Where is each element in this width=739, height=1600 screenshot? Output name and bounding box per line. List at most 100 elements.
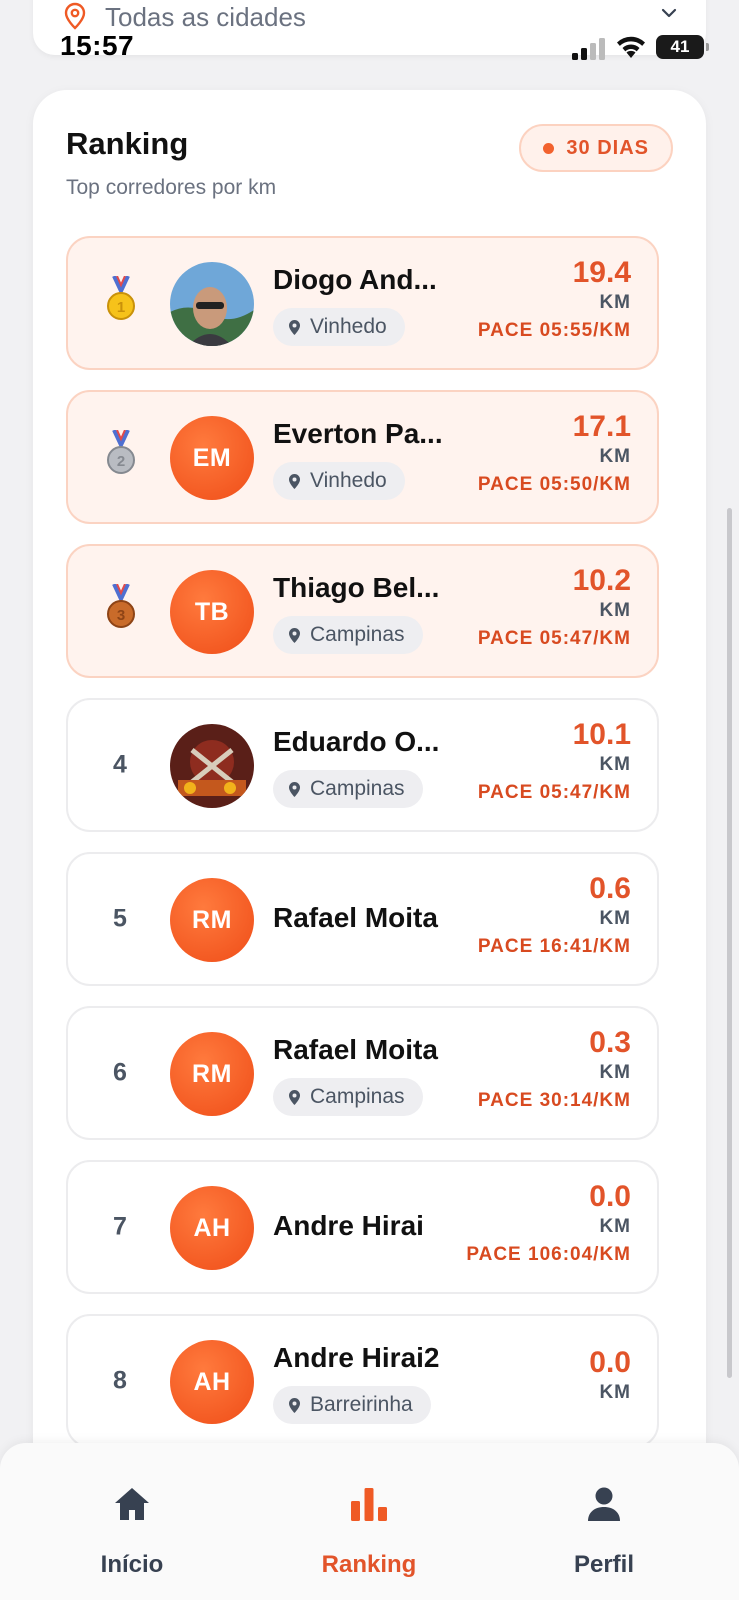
nav-label-perfil: Perfil [573, 1551, 635, 1578]
runner-stats: 17.1 KM PACE 05:50/KM [478, 410, 631, 500]
pace-value: PACE 16:41/KM [477, 936, 631, 957]
distance-value: 10.2 [572, 564, 631, 597]
distance-value: 17.1 [572, 410, 631, 443]
battery-level: 41 [670, 37, 690, 56]
location-pin-icon [289, 319, 300, 335]
avatar: RM [170, 878, 254, 962]
gold-medal-icon: 1 [107, 276, 135, 320]
city-chip: Campinas [273, 770, 423, 808]
avatar-photo [170, 262, 254, 346]
avatar: AH [170, 1186, 254, 1270]
svg-text:2: 2 [117, 453, 125, 470]
distance-unit: KM [599, 754, 631, 775]
avatar: EM [170, 416, 254, 500]
distance-unit: KM [599, 292, 631, 313]
page-title: Ranking [66, 126, 189, 161]
period-badge-label: 30 DIAS [566, 136, 649, 159]
location-pin-icon [289, 781, 300, 797]
svg-text:1: 1 [117, 299, 125, 316]
period-badge[interactable]: 30 DIAS [519, 124, 673, 172]
avatar-initials: AH [193, 1367, 231, 1396]
city-chip: Campinas [273, 1078, 423, 1116]
distance-value: 0.0 [589, 1346, 631, 1379]
runner-name: Andre Hirai [273, 1210, 424, 1241]
location-pin-icon [289, 627, 300, 643]
pace-value: PACE 05:55/KM [477, 320, 631, 341]
distance-unit: KM [599, 908, 631, 929]
avatar-initials: EM [192, 443, 232, 472]
avatar: TB [170, 570, 254, 654]
status-time: 15:57 [60, 30, 135, 61]
home-icon [115, 1488, 149, 1520]
ranking-card: Ranking Top corredores por km 30 DIAS 1 D… [33, 90, 706, 1490]
ranking-row[interactable]: 1 Diogo And... Vinhedo 19.4 KM PACE 05:55/KM [66, 236, 659, 370]
runner-stats: 10.2 KM PACE 05:47/KM [478, 564, 631, 654]
user-icon [588, 1487, 620, 1521]
distance-value: 0.3 [589, 1026, 631, 1059]
location-pin-icon [289, 1089, 300, 1105]
ranking-row[interactable]: 6 RM Rafael Moita Campinas 0.3 KM PACE 30:14/K… [66, 1006, 659, 1140]
ranking-list: 1 Diogo And... Vinhedo 19.4 KM PACE 05:55/KM 2… [66, 236, 659, 1468]
runner-stats: 0.0 KM PACE 106:04/KM [466, 1180, 631, 1270]
city-chip: Vinhedo [273, 308, 405, 346]
runner-name: Andre Hirai2 [273, 1342, 440, 1373]
distance-value: 10.1 [572, 718, 631, 751]
ranking-row[interactable]: 7 AH Andre Hirai 0.0 KM PACE 106:04/KM [66, 1160, 659, 1294]
avatar-photo [170, 724, 254, 808]
status-dot-icon [543, 142, 555, 154]
distance-unit: KM [599, 446, 631, 467]
runner-name: Eduardo O... [273, 726, 440, 757]
runner-name: Rafael Moita [273, 902, 438, 933]
scrollbar[interactable] [727, 508, 732, 1378]
city-chip: Vinhedo [273, 462, 405, 500]
city-chip-label: Vinhedo [310, 469, 387, 492]
pace-value: PACE 05:50/KM [477, 474, 631, 495]
distance-value: 0.6 [589, 872, 631, 905]
nav-item-inicio[interactable]: Início [52, 1443, 212, 1600]
nav-item-perfil[interactable]: Perfil [524, 1443, 684, 1600]
rank-number: 7 [113, 1212, 127, 1241]
avatar: RM [170, 1032, 254, 1116]
ranking-row[interactable]: 5 RM Rafael Moita 0.6 KM PACE 16:41/KM [66, 852, 659, 986]
city-chip-label: Barreirinha [310, 1393, 413, 1416]
runner-stats: 10.1 KM PACE 05:47/KM [478, 718, 631, 808]
battery-icon: 41 [656, 35, 709, 59]
bottom-nav: Início Ranking Perfil [0, 1443, 739, 1600]
runner-name: Everton Pa... [273, 418, 443, 449]
rank-number: 4 [113, 750, 127, 779]
rank-number: 6 [113, 1058, 127, 1087]
pace-value: PACE 05:47/KM [477, 782, 631, 803]
wifi-icon [617, 36, 645, 58]
rank-number: 8 [113, 1366, 127, 1395]
nav-label-inicio: Início [100, 1551, 164, 1578]
ranking-row[interactable]: 3 TB Thiago Bel... Campinas 10.2 KM PACE 05:47… [66, 544, 659, 678]
distance-value: 0.0 [589, 1180, 631, 1213]
city-chip: Campinas [273, 616, 423, 654]
bar-chart-icon [351, 1488, 387, 1521]
location-pin-icon [64, 2, 86, 30]
distance-unit: KM [599, 600, 631, 621]
ranking-row[interactable]: 8 AH Andre Hirai2 Barreirinha 0.0 KM [66, 1314, 659, 1448]
runner-stats: 0.0 KM [589, 1346, 631, 1406]
city-chip: Barreirinha [273, 1386, 431, 1424]
city-chip-label: Vinhedo [310, 315, 387, 338]
avatar [170, 724, 254, 808]
distance-unit: KM [599, 1382, 631, 1403]
ranking-row[interactable]: 2 EM Everton Pa... Vinhedo 17.1 KM PACE 05:50/… [66, 390, 659, 524]
page-subtitle: Top corredores por km [66, 176, 277, 199]
distance-unit: KM [599, 1062, 631, 1083]
cellular-signal-icon [572, 38, 605, 60]
avatar-initials: RM [192, 905, 232, 934]
location-pin-icon [289, 473, 300, 489]
city-filter-label: Todas as cidades [105, 2, 306, 32]
runner-name: Rafael Moita [273, 1034, 438, 1065]
avatar: AH [170, 1340, 254, 1424]
pace-value: PACE 30:14/KM [477, 1090, 631, 1111]
bronze-medal-icon: 3 [107, 584, 135, 628]
distance-value: 19.4 [572, 256, 631, 289]
chevron-down-icon [661, 8, 677, 18]
runner-name: Thiago Bel... [273, 572, 440, 603]
ranking-row[interactable]: 4 Eduardo O... Campinas 10.1 KM PACE 05:47/KM [66, 698, 659, 832]
nav-item-ranking[interactable]: Ranking [289, 1443, 449, 1600]
location-pin-icon [289, 1397, 300, 1413]
